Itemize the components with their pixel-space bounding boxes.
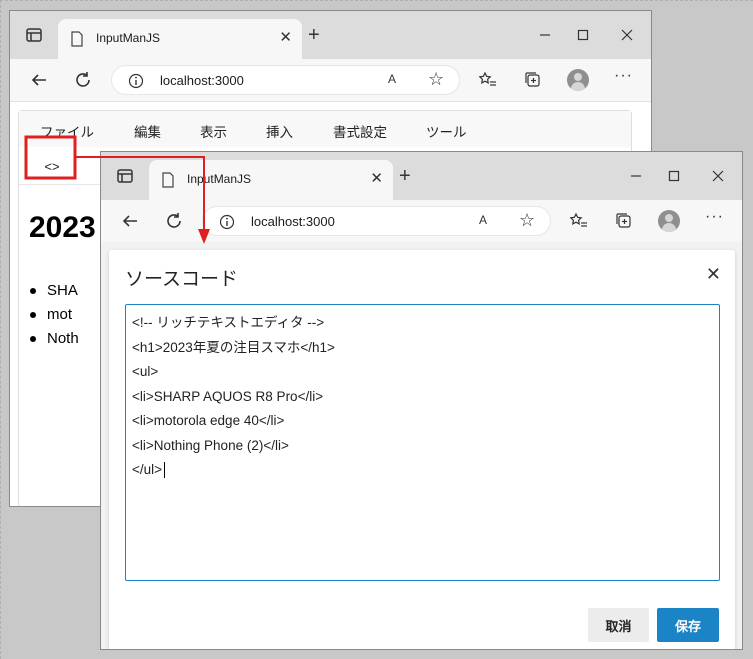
back-arrow-icon[interactable]: [119, 210, 141, 232]
address-text: localhost:3000: [160, 73, 244, 88]
collections-icon[interactable]: [613, 210, 635, 232]
new-tab-icon[interactable]: +: [308, 25, 320, 45]
page-viewport: ソースコード ✕ <!-- リッチテキストエディタ --> <h1>2023年夏…: [101, 242, 742, 649]
document-list: SHA mot Noth: [30, 279, 79, 351]
code-line: <ul>: [132, 364, 159, 379]
tab-close-icon[interactable]: ✕: [370, 170, 383, 188]
favorites-list-icon[interactable]: [477, 69, 499, 91]
source-code-textarea[interactable]: <!-- リッチテキストエディタ --> <h1>2023年夏の注目スマホ</h…: [125, 304, 720, 581]
dialog-close-icon[interactable]: ✕: [706, 264, 721, 284]
text-caret: [164, 462, 166, 479]
info-icon[interactable]: [219, 214, 235, 235]
address-text: localhost:3000: [251, 214, 335, 229]
code-line-last: </ul>: [132, 458, 713, 483]
source-code-dialog: ソースコード ✕ <!-- リッチテキストエディタ --> <h1>2023年夏…: [109, 250, 735, 649]
address-bar[interactable]: localhost:3000 A ☆: [111, 65, 460, 95]
front-browser-window: InputManJS ✕ + localhost:3000 A ☆ ··· ソー…: [100, 151, 743, 650]
editor-menubar: ファイル 編集 表示 挿入 書式設定 ツール: [19, 111, 631, 147]
menu-file[interactable]: ファイル: [40, 121, 94, 141]
code-line: <h1>2023年夏の注目スマホ</h1>: [132, 339, 335, 355]
minimize-icon[interactable]: [535, 25, 555, 45]
menu-tools[interactable]: ツール: [426, 121, 467, 141]
code-line: <li>Nothing Phone (2)</li>: [132, 437, 289, 453]
browser-toolbar: localhost:3000 A ☆ ···: [10, 59, 651, 101]
more-options-icon[interactable]: ···: [705, 208, 724, 226]
favorite-star-icon[interactable]: ☆: [519, 210, 535, 231]
info-icon[interactable]: [128, 73, 144, 94]
menu-edit[interactable]: 編集: [134, 121, 161, 141]
close-window-icon[interactable]: [617, 25, 637, 45]
menu-insert[interactable]: 挿入: [266, 121, 293, 141]
favorites-list-icon[interactable]: [568, 210, 590, 232]
tab-inputmanjs[interactable]: InputManJS ✕: [58, 19, 302, 59]
page-icon: [70, 31, 84, 52]
back-arrow-icon[interactable]: [28, 69, 50, 91]
read-aloud-icon[interactable]: A: [388, 72, 396, 86]
code-line-text: </ul>: [132, 462, 163, 477]
document-heading: 2023: [29, 211, 96, 244]
maximize-icon[interactable]: [664, 166, 684, 186]
profile-avatar-icon[interactable]: [567, 69, 589, 91]
tab-title: InputManJS: [187, 172, 252, 186]
profile-avatar-icon[interactable]: [658, 210, 680, 232]
code-line: <!-- リッチテキストエディタ -->: [132, 315, 325, 330]
minimize-icon[interactable]: [626, 166, 646, 186]
maximize-icon[interactable]: [573, 25, 593, 45]
tab-inputmanjs[interactable]: InputManJS ✕: [149, 160, 393, 200]
close-window-icon[interactable]: [708, 166, 728, 186]
tab-title: InputManJS: [96, 31, 161, 45]
tab-strip: InputManJS ✕ +: [10, 11, 651, 59]
new-tab-icon[interactable]: +: [399, 166, 411, 186]
source-code-button[interactable]: <>: [29, 150, 75, 182]
save-button[interactable]: 保存: [657, 608, 719, 642]
read-aloud-icon[interactable]: A: [479, 213, 487, 227]
favorite-star-icon[interactable]: ☆: [428, 69, 444, 90]
list-item: SHA: [30, 279, 79, 303]
dialog-title: ソースコード: [125, 269, 239, 290]
cancel-button[interactable]: 取消: [588, 608, 649, 642]
tab-actions-icon[interactable]: [22, 23, 46, 47]
list-item: Noth: [30, 327, 79, 351]
list-item: mot: [30, 303, 79, 327]
code-line: <li>motorola edge 40</li>: [132, 413, 285, 428]
tab-actions-icon[interactable]: [113, 164, 137, 188]
menu-format[interactable]: 書式設定: [333, 121, 387, 141]
page-icon: [161, 172, 175, 193]
code-line: <li>SHARP AQUOS R8 Pro</li>: [132, 388, 324, 404]
menu-view[interactable]: 表示: [200, 121, 227, 141]
refresh-icon[interactable]: [72, 69, 94, 91]
collections-icon[interactable]: [522, 69, 544, 91]
address-bar[interactable]: localhost:3000 A ☆: [202, 206, 551, 236]
browser-toolbar: localhost:3000 A ☆ ···: [101, 200, 742, 242]
more-options-icon[interactable]: ···: [614, 67, 633, 85]
tab-close-icon[interactable]: ✕: [279, 29, 292, 47]
refresh-icon[interactable]: [163, 210, 185, 232]
tab-strip: InputManJS ✕ +: [101, 152, 742, 200]
